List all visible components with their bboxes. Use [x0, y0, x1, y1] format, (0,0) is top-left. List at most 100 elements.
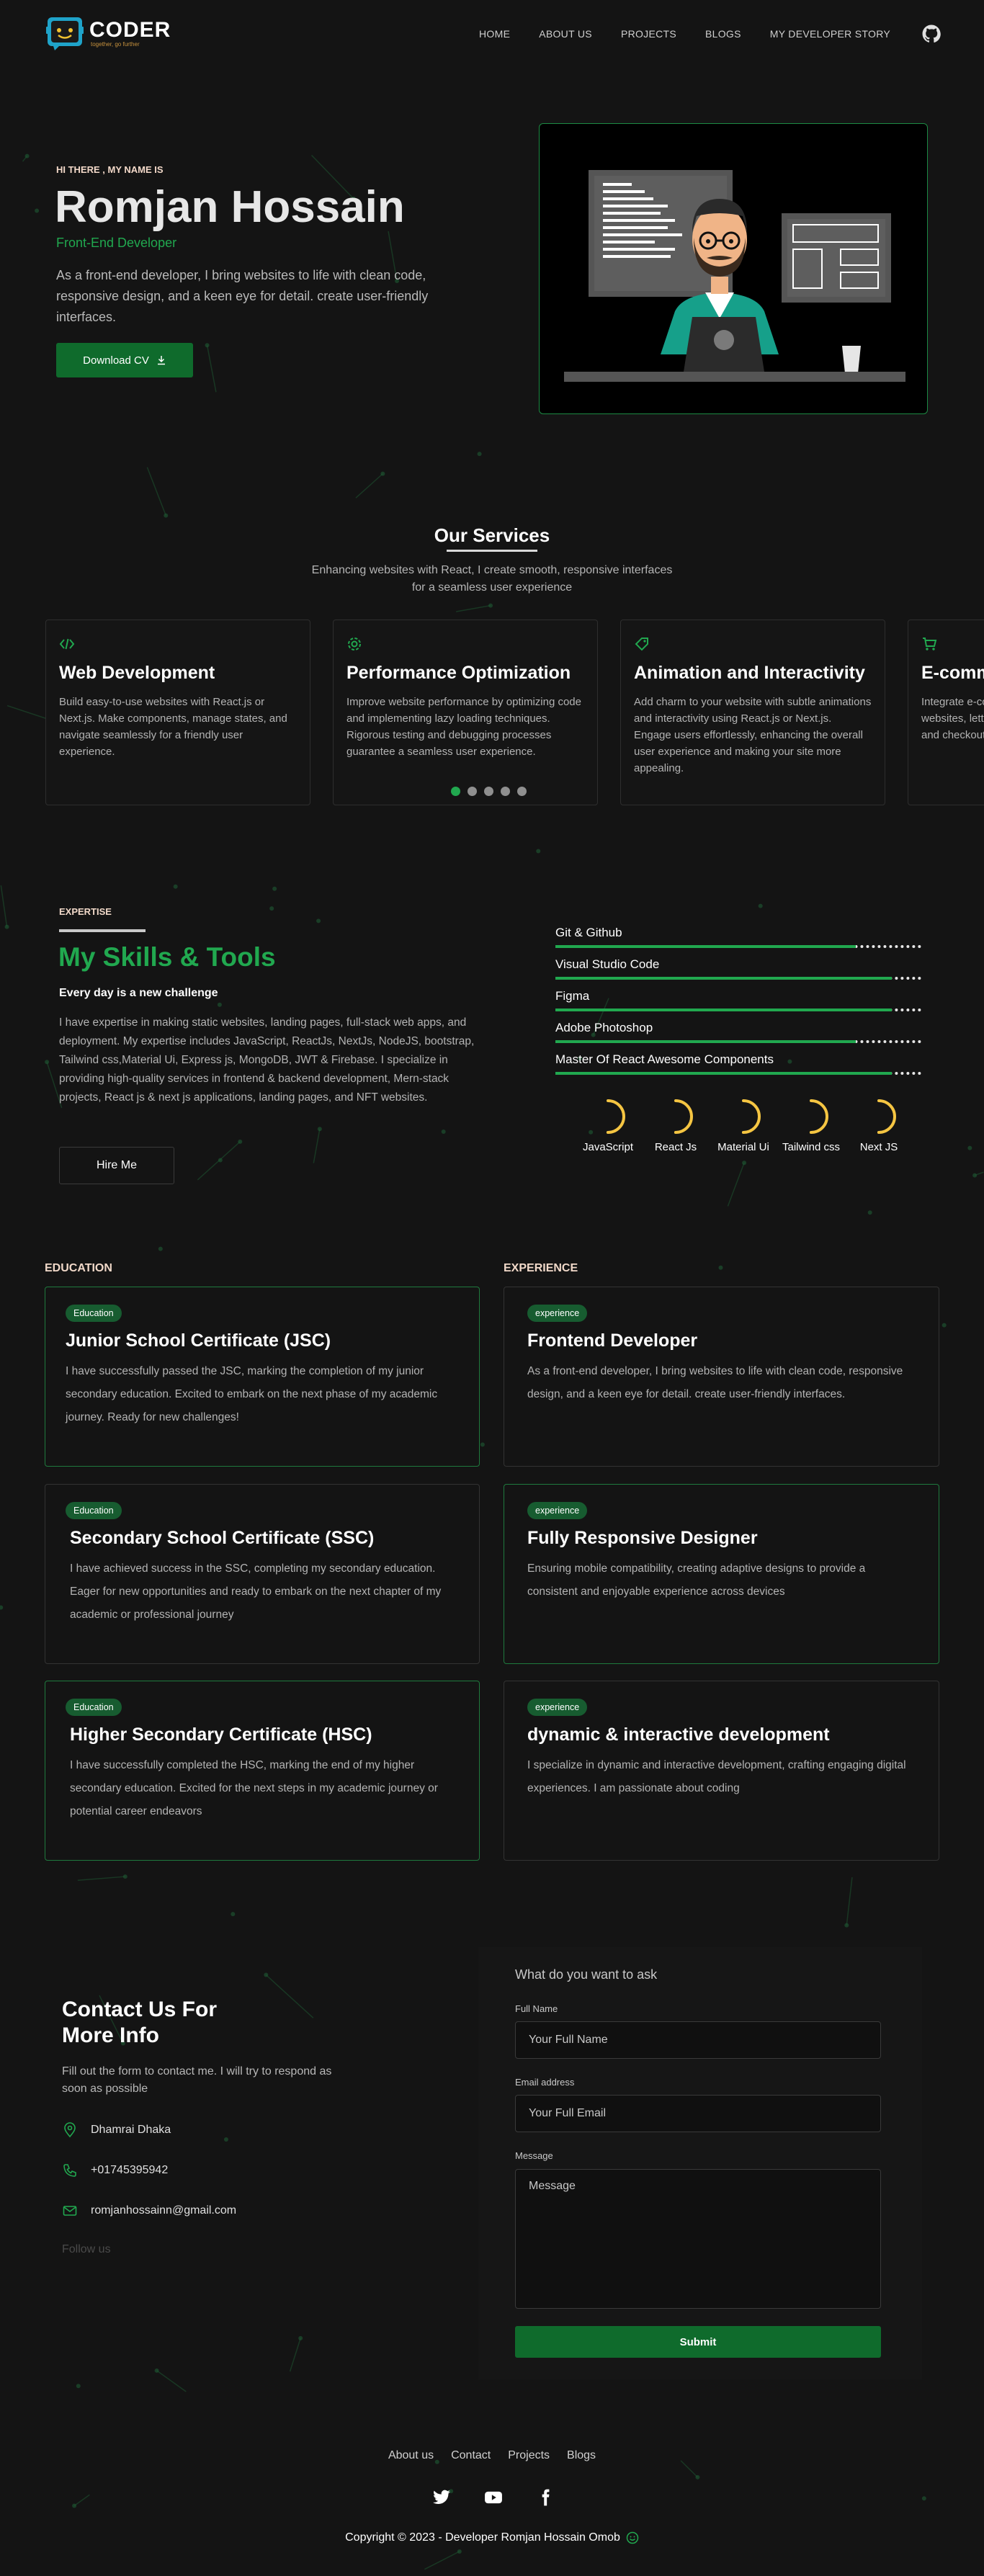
footer-links: About us Contact Projects Blogs	[0, 2449, 984, 2462]
education-badge: Education	[66, 1305, 122, 1322]
copyright: Copyright © 2023 - Developer Romjan Hoss…	[0, 2531, 984, 2544]
services-title: Our Services	[434, 524, 550, 546]
skills-subtitle: Every day is a new challenge	[59, 987, 218, 999]
nav-link-blogs[interactable]: BLOGS	[705, 28, 741, 40]
services-carousel[interactable]: Web Development Build easy-to-use websit…	[45, 620, 984, 807]
phone-text[interactable]: +01745395942	[91, 2164, 168, 2177]
email-input[interactable]	[515, 2095, 881, 2132]
full-name-label: Full Name	[515, 2003, 558, 2014]
service-card[interactable]: Animation and Interactivity Add charm to…	[620, 620, 885, 805]
experience-card: experience Fully Responsive Designer Ens…	[504, 1484, 939, 1664]
follow-us-label: Follow us	[62, 2243, 111, 2255]
email-label: Email address	[515, 2077, 575, 2088]
hero-role: Front-End Developer	[56, 236, 177, 250]
education-description: I have successfully completed the HSC, m…	[70, 1759, 438, 1817]
skill-bar-fill	[555, 1009, 892, 1011]
skill-bars: Git & Github Visual Studio Code Figma Adobe…	[555, 926, 921, 1084]
logo[interactable]: CODER together, go further	[46, 14, 171, 52]
skill-circle-label: JavaScript	[582, 1141, 634, 1153]
skill-bar: Git & Github	[555, 926, 921, 957]
skill-bar-label: Figma	[555, 989, 590, 1003]
gear-icon	[348, 638, 361, 650]
footer-link-projects[interactable]: Projects	[508, 2449, 550, 2462]
skill-circle: React Js	[642, 1096, 710, 1153]
skill-bar: Adobe Photoshop	[555, 1021, 921, 1052]
nav-link-developer-story[interactable]: MY DEVELOPER STORY	[770, 28, 890, 40]
contact-email: romjanhossainn@gmail.com	[62, 2203, 236, 2219]
service-description: Build easy-to-use websites with React.js…	[59, 696, 287, 758]
skill-circle: Material Ui	[710, 1096, 777, 1153]
service-title: Web Development	[59, 663, 215, 683]
skill-circle-label: Tailwind css	[782, 1141, 841, 1153]
experience-title: Fully Responsive Designer	[527, 1528, 758, 1548]
carousel-dot[interactable]	[501, 787, 510, 796]
carousel-dot[interactable]	[484, 787, 493, 796]
service-card[interactable]: Performance Optimization Improve website…	[333, 620, 598, 805]
progress-arc	[591, 1099, 625, 1134]
experience-title: dynamic & interactive development	[527, 1725, 830, 1745]
nav-link-about[interactable]: ABOUT US	[539, 28, 592, 40]
skill-bar-label: Adobe Photoshop	[555, 1021, 653, 1034]
location-text: Dhamrai Dhaka	[91, 2124, 171, 2136]
skill-bar-label: Visual Studio Code	[555, 957, 660, 971]
full-name-input[interactable]	[515, 2021, 881, 2059]
skill-circles: JavaScript React Js Material Ui Tailwind cs…	[574, 1096, 913, 1153]
skill-circle-label: Next JS	[859, 1141, 898, 1153]
service-description: Add charm to your website with subtle an…	[634, 696, 872, 774]
carousel-dot[interactable]	[451, 787, 460, 796]
service-description: Improve website performance by optimizin…	[346, 696, 581, 758]
service-title: E-commerce Solutions	[921, 663, 984, 683]
carousel-dots	[451, 787, 527, 796]
form-title: What do you want to ask	[515, 1967, 658, 1982]
contact-subtitle: Fill out the form to contact me. I will …	[62, 2065, 332, 2095]
nav-link-projects[interactable]: PROJECTS	[621, 28, 676, 40]
education-badge: Education	[66, 1502, 122, 1519]
contact-location: Dhamrai Dhaka	[62, 2122, 171, 2138]
service-card[interactable]: E-commerce Solutions Integrate e-commerc…	[908, 620, 984, 805]
education-card: Education Secondary School Certificate (…	[45, 1484, 480, 1664]
education-title: Secondary School Certificate (SSC)	[70, 1528, 375, 1548]
skill-circle-label: React Js	[654, 1141, 697, 1153]
contact-form: What do you want to ask Full Name Email …	[478, 1947, 922, 2379]
skill-bar: Visual Studio Code	[555, 957, 921, 989]
carousel-dot[interactable]	[517, 787, 527, 796]
education-description: I have achieved success in the SSC, comp…	[70, 1562, 442, 1621]
experience-badge: experience	[527, 1305, 588, 1322]
footer-link-contact[interactable]: Contact	[451, 2449, 491, 2462]
submit-button[interactable]: Submit	[515, 2326, 881, 2358]
service-card[interactable]: Web Development Build easy-to-use websit…	[45, 620, 310, 805]
service-description: Integrate e-commerce features into exist…	[921, 696, 984, 741]
contact-heading: Contact Us For More Info	[62, 1998, 218, 2047]
hero-illustration	[539, 123, 928, 414]
experience-description: As a front-end developer, I bring websit…	[527, 1365, 903, 1400]
progress-ring	[794, 1099, 828, 1134]
github-icon[interactable]	[922, 24, 941, 43]
skill-bar: Figma	[555, 989, 921, 1021]
twitter-icon[interactable]	[432, 2488, 451, 2507]
skill-bar-fill	[555, 1072, 892, 1075]
hire-me-button[interactable]: Hire Me	[59, 1147, 174, 1184]
skill-bar-label: Master Of React Awesome Components	[555, 1052, 774, 1066]
youtube-icon[interactable]	[484, 2488, 503, 2507]
cart-icon	[923, 638, 937, 650]
education-card: Education Junior School Certificate (JSC…	[45, 1287, 480, 1467]
progress-arc	[658, 1099, 693, 1134]
social-links	[432, 2488, 555, 2507]
footer-link-blogs[interactable]: Blogs	[567, 2449, 596, 2462]
nav-link-home[interactable]: HOME	[479, 28, 510, 40]
hero-greeting: HI THERE , MY NAME IS	[56, 164, 164, 175]
download-icon	[157, 356, 165, 365]
carousel-dot[interactable]	[468, 787, 477, 796]
hero-name: Romjan Hossain	[55, 182, 405, 232]
phone-icon	[63, 2164, 76, 2177]
message-input[interactable]	[515, 2169, 881, 2309]
footer-link-about[interactable]: About us	[388, 2449, 434, 2462]
skill-bar-fill	[555, 1040, 856, 1043]
download-cv-button[interactable]: Download CV	[56, 343, 193, 377]
facebook-icon[interactable]	[536, 2488, 555, 2507]
email-text[interactable]: romjanhossainn@gmail.com	[91, 2204, 236, 2217]
code-icon	[59, 638, 75, 650]
expertise-underline	[59, 929, 146, 932]
skill-bar: Master Of React Awesome Components	[555, 1052, 921, 1084]
progress-ring	[862, 1099, 896, 1134]
